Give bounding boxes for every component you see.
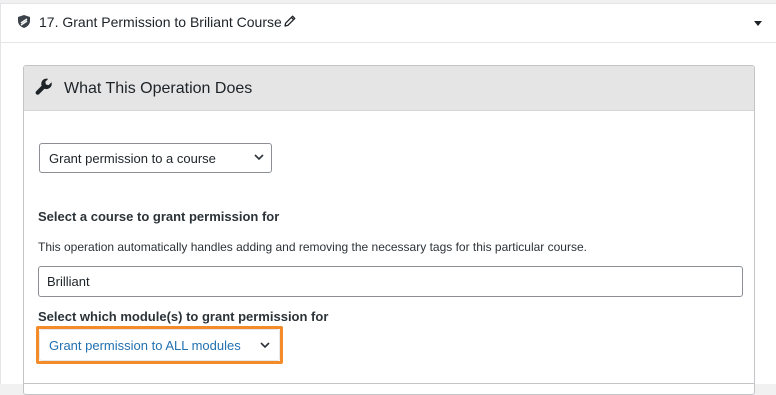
box-header: What This Operation Does <box>24 66 754 111</box>
course-input[interactable] <box>38 266 743 297</box>
chevron-down-icon <box>260 342 270 349</box>
module-select-value: Grant permission to ALL modules <box>49 338 241 353</box>
operation-title: 17. Grant Permission to Briliant Course <box>39 14 282 30</box>
shield-icon <box>18 15 30 28</box>
chevron-down-icon <box>254 154 264 161</box>
course-label: Select a course to grant permission for <box>38 209 280 224</box>
operation-box: What This Operation Does Grant permissio… <box>23 65 755 395</box>
module-select[interactable]: Grant permission to ALL modules <box>39 329 280 361</box>
operation-panel: 17. Grant Permission to Briliant Course … <box>0 4 776 395</box>
operation-header[interactable]: 17. Grant Permission to Briliant Course <box>1 4 776 43</box>
pencil-icon[interactable] <box>284 15 296 27</box>
operation-type-value: Grant permission to a course <box>49 151 216 166</box>
operation-type-select[interactable]: Grant permission to a course <box>39 143 272 173</box>
wrench-icon <box>35 78 52 95</box>
module-label: Select which module(s) to grant permissi… <box>38 309 329 324</box>
caret-down-icon[interactable] <box>754 21 762 26</box>
course-description: This operation automatically handles add… <box>38 240 587 254</box>
box-title: What This Operation Does <box>64 80 253 97</box>
